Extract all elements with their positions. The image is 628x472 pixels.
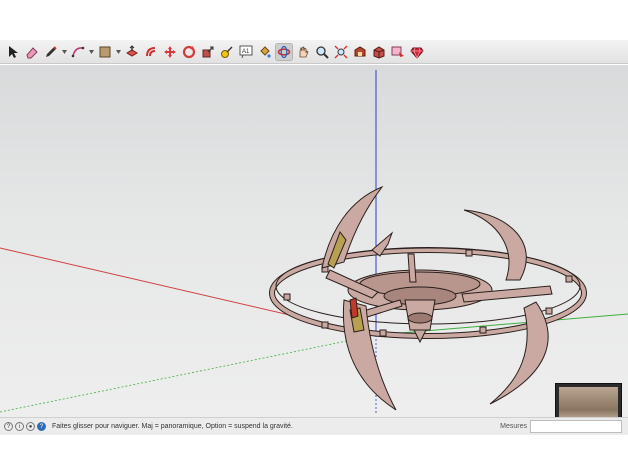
select-tool-icon[interactable] bbox=[4, 43, 22, 61]
warehouse-icon[interactable] bbox=[351, 43, 369, 61]
pencil-tool-icon[interactable] bbox=[42, 43, 60, 61]
model-scene bbox=[0, 70, 628, 415]
arc-dropdown-icon[interactable] bbox=[88, 43, 94, 61]
green-axis-negative bbox=[0, 334, 377, 413]
eraser-tool-icon[interactable] bbox=[23, 43, 41, 61]
instructor-icon[interactable]: ? bbox=[37, 422, 46, 431]
measurements-label: Mesures bbox=[500, 423, 527, 430]
station-model[interactable] bbox=[269, 185, 587, 411]
tape-measure-tool-icon[interactable] bbox=[218, 43, 236, 61]
pan-tool-icon[interactable] bbox=[294, 43, 312, 61]
paint-bucket-tool-icon[interactable] bbox=[256, 43, 274, 61]
ruby-console-icon[interactable] bbox=[408, 43, 426, 61]
geolocation-icon[interactable]: ? bbox=[4, 422, 13, 431]
model-viewport[interactable] bbox=[0, 65, 628, 417]
status-bar: ? i ● ? Faites glisser pour naviguer. Ma… bbox=[0, 417, 628, 435]
credits-icon[interactable]: i bbox=[15, 422, 24, 431]
scale-tool-icon[interactable] bbox=[199, 43, 217, 61]
rotate-tool-icon[interactable] bbox=[180, 43, 198, 61]
main-toolbar: A1 bbox=[0, 40, 628, 64]
pencil-dropdown-icon[interactable] bbox=[61, 43, 67, 61]
orbit-tool-icon[interactable] bbox=[275, 42, 293, 61]
text-tool-icon[interactable]: A1 bbox=[237, 43, 255, 61]
measurements-input[interactable] bbox=[530, 420, 622, 433]
offset-tool-icon[interactable] bbox=[142, 43, 160, 61]
measurements-box: Mesures bbox=[500, 420, 622, 433]
push-pull-tool-icon[interactable] bbox=[123, 43, 141, 61]
arc-tool-icon[interactable] bbox=[69, 43, 87, 61]
status-message: Faites glisser pour naviguer. Maj = pano… bbox=[52, 423, 293, 430]
extension-warehouse-icon[interactable] bbox=[370, 43, 388, 61]
send-to-layout-icon[interactable] bbox=[389, 43, 407, 61]
rectangle-tool-icon[interactable] bbox=[96, 43, 114, 61]
window-bottom-area bbox=[0, 436, 628, 472]
zoom-tool-icon[interactable] bbox=[313, 43, 331, 61]
zoom-extents-tool-icon[interactable] bbox=[332, 43, 350, 61]
rectangle-dropdown-icon[interactable] bbox=[115, 43, 121, 61]
text-tool-glyph: A1 bbox=[242, 49, 250, 55]
user-account-icon[interactable]: ● bbox=[26, 422, 35, 431]
move-tool-icon[interactable] bbox=[161, 43, 179, 61]
